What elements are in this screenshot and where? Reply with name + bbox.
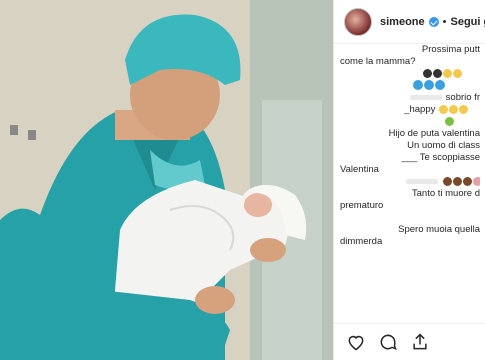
action-bar: [334, 323, 485, 360]
post-photo: [0, 0, 333, 360]
comment: Prossima putt: [421, 44, 480, 55]
post-header: simeone • Segui gi: [334, 0, 485, 44]
avatar[interactable]: [344, 7, 372, 36]
comment: Tanto ti muore d: [411, 188, 480, 199]
comment: Spero muoia quella: [398, 224, 480, 235]
comment-emoji-row: [340, 176, 480, 188]
username-text: simeone: [380, 15, 425, 28]
emoji-icon: [459, 104, 468, 114]
emoji-icon: [445, 116, 454, 126]
share-icon[interactable]: [410, 332, 430, 352]
blue-circle-emoji-icon: [424, 80, 434, 91]
blurred-username: [406, 178, 438, 184]
heart-emoji-icon: [423, 68, 432, 78]
comment-text: _happy: [404, 104, 436, 115]
comment: come la mamma?: [340, 56, 416, 67]
photo-illustration: [0, 0, 333, 360]
comment: Valentina: [340, 164, 379, 175]
heart-emoji-icon: [433, 68, 442, 78]
emoji-icon: [443, 176, 452, 186]
separator-dot: •: [442, 15, 447, 28]
follow-button[interactable]: Segui gi: [451, 16, 485, 28]
comment: prematuro: [340, 200, 384, 211]
comment: Un uomo di class: [407, 140, 480, 151]
comment: sobrio fr: [340, 92, 480, 104]
comment-emoji-row: [340, 116, 480, 128]
comment-emoji-row: [340, 68, 480, 80]
smiley-emoji-icon: [453, 68, 462, 78]
comment-emoji-row: [340, 80, 480, 92]
heart-icon[interactable]: [346, 332, 366, 352]
emoji-icon: [439, 104, 448, 114]
emoji-icon: [463, 176, 472, 186]
verified-badge-icon: [428, 16, 439, 27]
comment-spacer: [340, 212, 480, 224]
smiley-emoji-icon: [443, 68, 452, 78]
emoji-icon: [473, 176, 480, 186]
blue-circle-emoji-icon: [435, 80, 445, 91]
blurred-username: [409, 94, 442, 100]
comment-icon[interactable]: [378, 332, 398, 352]
comment: _happy: [340, 104, 480, 116]
comments-panel: simeone • Segui gi Prossima putt come la…: [333, 0, 485, 360]
emoji-icon: [453, 176, 462, 186]
blue-circle-emoji-icon: [413, 80, 423, 91]
username[interactable]: simeone: [380, 16, 439, 28]
emoji-icon: [449, 104, 458, 114]
comment-text: sobrio fr: [445, 92, 480, 103]
comment: dimmerda: [340, 236, 383, 247]
comment: Hijo de puta valentina: [388, 128, 480, 139]
comment: ___ Te scoppiasse: [401, 152, 480, 163]
comments-list: Prossima putt come la mamma? sobrio fr _…: [334, 44, 485, 324]
